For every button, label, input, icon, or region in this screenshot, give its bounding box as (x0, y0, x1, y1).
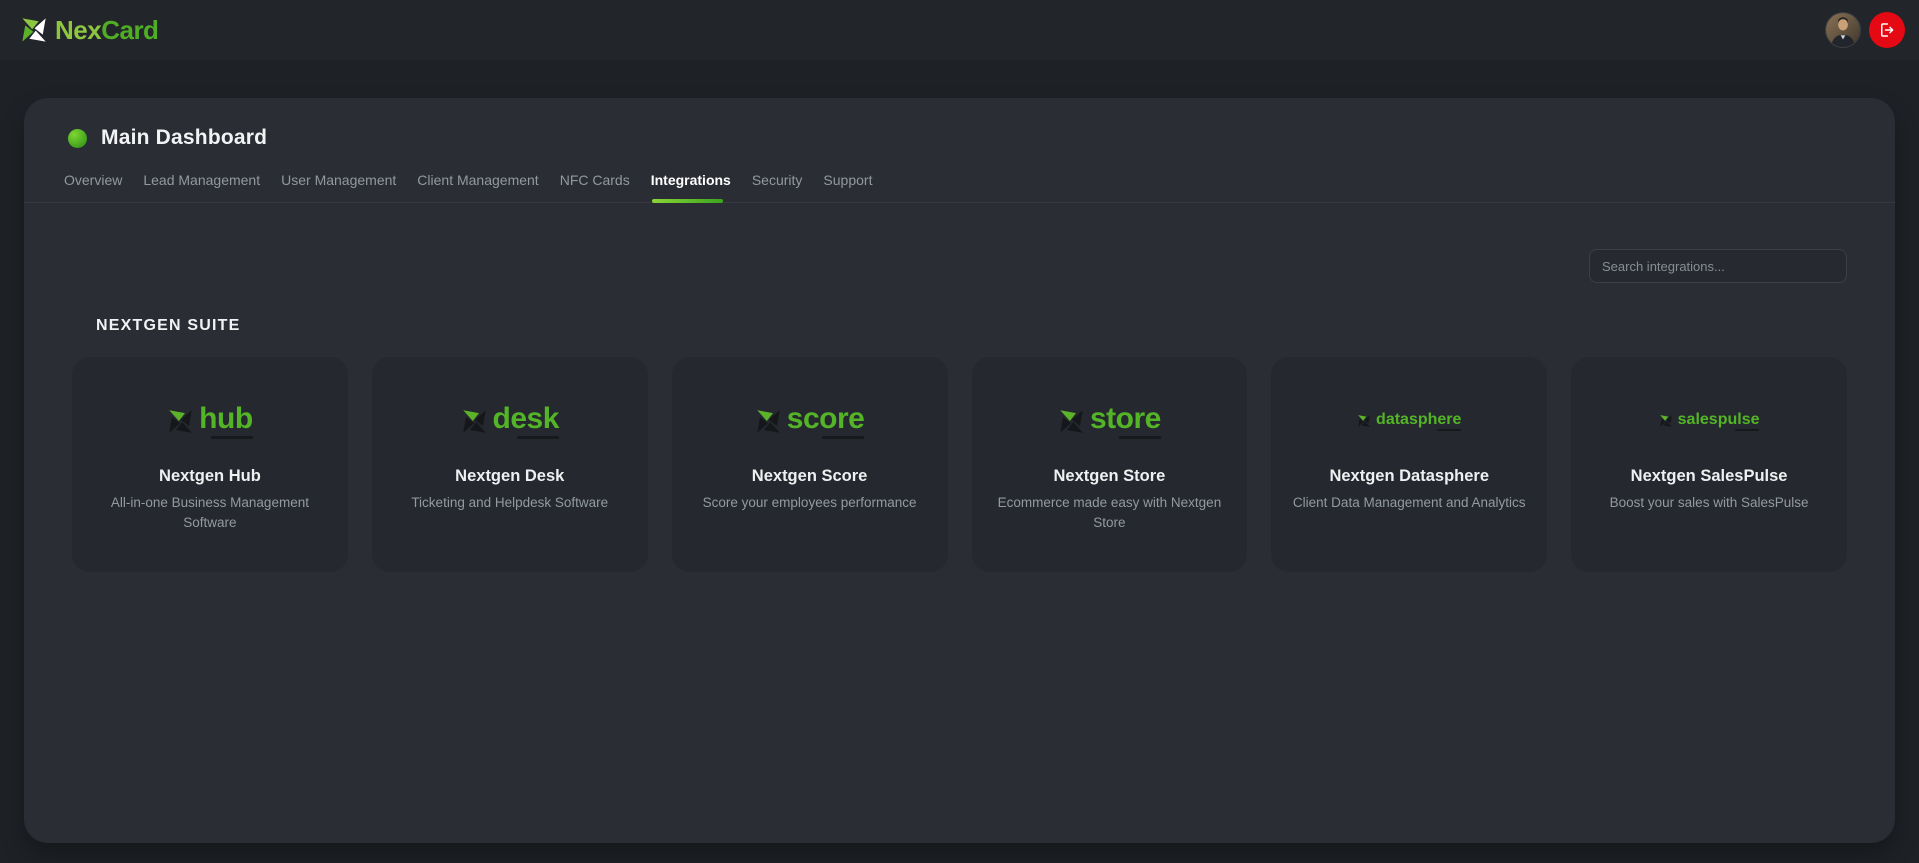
brand-logo: NexCard (20, 14, 159, 46)
integration-logo-word: score (786, 401, 865, 435)
integration-description: Score your employees performance (702, 495, 917, 510)
integration-logo: salespulse (1571, 401, 1847, 441)
integration-description: All-in-one Business Management Software (110, 495, 309, 531)
nextgen-pinwheel-icon (1358, 415, 1370, 427)
integration-logo-byline (210, 435, 253, 439)
tab-nfc-cards[interactable]: NFC Cards (560, 168, 630, 202)
tab-label: Lead Management (143, 172, 261, 188)
nextgen-pinwheel-icon (462, 409, 486, 433)
tab-client-management[interactable]: Client Management (417, 168, 538, 202)
integration-card-nextgen-score[interactable]: score Nextgen Score Score your employees… (671, 357, 948, 572)
integration-description: Boost your sales with SalesPulse (1609, 495, 1809, 510)
integration-logo-byline (1735, 428, 1760, 431)
integration-logo-word: hub (199, 401, 253, 435)
tab-label: User Management (281, 172, 397, 188)
integration-title: Nextgen Desk (455, 467, 565, 485)
tab-support[interactable]: Support (823, 168, 872, 202)
integration-logo-word: desk (492, 401, 560, 435)
integration-description: Ecommerce made easy with Nextgen Store (997, 495, 1222, 531)
section-heading: NEXTGEN SUITE (96, 317, 241, 334)
page-title-row: Main Dashboard (24, 98, 1895, 150)
brand-name-prefix: Nex (55, 14, 102, 45)
integration-title: Nextgen Datasphere (1329, 467, 1490, 485)
integration-title: Nextgen Score (751, 467, 868, 485)
header-bar: NexCard (0, 0, 1919, 60)
status-dot (68, 128, 87, 148)
integration-card-nextgen-desk[interactable]: desk Nextgen Desk Ticketing and Helpdesk… (371, 357, 648, 572)
integration-logo: score (672, 401, 948, 441)
integration-logo-byline (1437, 428, 1462, 431)
integration-card-nextgen-hub[interactable]: hub Nextgen Hub All-in-one Business Mana… (72, 357, 348, 572)
tab-label: Overview (64, 172, 123, 188)
nextgen-pinwheel-icon (757, 409, 780, 433)
integration-logo: desk (372, 401, 648, 441)
page-title: Main Dashboard (101, 126, 268, 149)
dashboard-panel: Main Dashboard Overview Lead Management … (24, 98, 1895, 843)
integration-logo-byline (1118, 435, 1161, 439)
integration-description: Client Data Management and Analytics (1292, 495, 1526, 510)
nextgen-pinwheel-icon (1060, 409, 1083, 433)
integration-logo: datasphere (1271, 401, 1547, 441)
logout-button[interactable] (1869, 12, 1905, 48)
tab-integrations[interactable]: Integrations (650, 168, 731, 203)
avatar-photo (1826, 13, 1860, 47)
tab-label: Security (751, 172, 803, 188)
integration-card-nextgen-salespulse[interactable]: salespulse Nextgen SalesPulse Boost your… (1571, 357, 1847, 572)
integration-logo-word: store (1089, 401, 1161, 435)
integration-title: Nextgen Hub (159, 467, 261, 485)
tab-label: NFC Cards (559, 172, 630, 188)
search-row (24, 203, 1895, 283)
tab-label: Integrations (650, 172, 731, 188)
integration-logo-byline (822, 435, 865, 439)
tab-label: Support (823, 172, 873, 188)
search-input[interactable] (1589, 249, 1847, 283)
tab-overview[interactable]: Overview (64, 168, 122, 202)
tab-lead-management[interactable]: Lead Management (143, 168, 260, 202)
brand-name: NexCard (55, 14, 159, 46)
integration-logo-byline (516, 435, 559, 439)
logout-icon (1881, 23, 1894, 37)
integration-title: Nextgen SalesPulse (1630, 467, 1788, 485)
integration-logo: store (972, 401, 1248, 441)
tab-security[interactable]: Security (752, 168, 803, 202)
tab-user-management[interactable]: User Management (281, 168, 396, 202)
tab-bar: Overview Lead Management User Management… (24, 168, 1895, 203)
integration-title: Nextgen Store (1053, 467, 1166, 485)
integrations-grid: hub Nextgen Hub All-in-one Business Mana… (72, 357, 1847, 572)
integration-description: Ticketing and Helpdesk Software (411, 495, 609, 510)
nextgen-pinwheel-icon (1659, 415, 1672, 427)
integration-logo-word: salespulse (1677, 410, 1760, 428)
nextgen-pinwheel-icon (169, 409, 192, 433)
integration-logo: hub (72, 401, 348, 441)
user-avatar[interactable] (1825, 12, 1861, 48)
nexcard-pinwheel-icon (22, 18, 46, 42)
brand-name-suffix: Card (101, 14, 159, 45)
integration-card-nextgen-store[interactable]: store Nextgen Store Ecommerce made easy … (971, 357, 1248, 572)
tab-label: Client Management (417, 172, 539, 188)
integration-logo-word: datasphere (1376, 410, 1462, 428)
integration-card-nextgen-datasphere[interactable]: datasphere Nextgen Datasphere Client Dat… (1271, 357, 1548, 572)
